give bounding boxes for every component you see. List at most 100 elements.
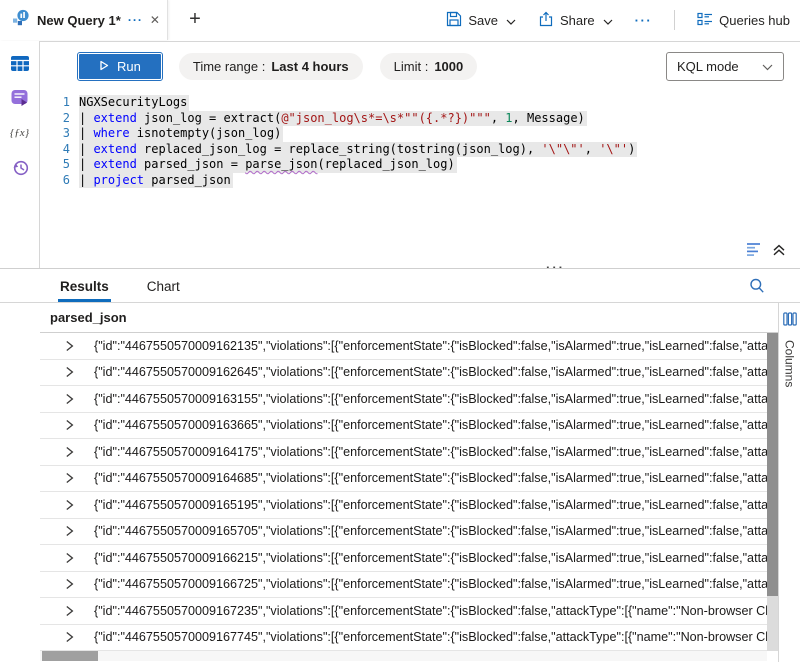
column-header-parsed-json[interactable]: parsed_json [40, 303, 778, 333]
table-row[interactable]: {"id":"4467550570009166215","violations"… [40, 545, 767, 572]
table-row[interactable]: {"id":"4467550570009164685","violations"… [40, 466, 767, 493]
row-json-value: {"id":"4467550570009167235","violations"… [94, 604, 767, 618]
horizontal-scrollbar[interactable] [40, 651, 767, 661]
results-tab-bar: Results Chart [0, 269, 800, 303]
top-tab-bar: New Query 1* ··· ✕ + Save Share [0, 0, 800, 41]
queries-hub-label: Queries hub [719, 13, 790, 28]
kql-mode-select[interactable]: KQL mode [666, 52, 784, 81]
table-row[interactable]: {"id":"4467550570009163155","violations"… [40, 386, 767, 413]
grid-rows: {"id":"4467550570009162135","violations"… [40, 333, 767, 651]
line-number: 1 [40, 95, 70, 111]
code-text: | extend replaced_json_log = replace_str… [79, 142, 637, 158]
row-json-value: {"id":"4467550570009163155","violations"… [94, 392, 767, 406]
line-number: 3 [40, 126, 70, 142]
code-text: | where isnotempty(json_log) [79, 126, 283, 142]
expand-row-icon[interactable] [65, 631, 75, 643]
horizontal-scrollbar-thumb[interactable] [42, 651, 98, 661]
limit-pill[interactable]: Limit : 1000 [380, 53, 478, 80]
expand-row-icon[interactable] [65, 499, 75, 511]
code-line[interactable]: 5| extend parsed_json = parse_json(repla… [40, 157, 800, 173]
table-row[interactable]: {"id":"4467550570009167235","violations"… [40, 598, 767, 625]
tab-more-button[interactable]: ··· [128, 13, 143, 27]
query-toolbar: Run Time range : Last 4 hours Limit : 10… [40, 42, 800, 90]
limit-label: Limit : [394, 59, 429, 74]
table-row[interactable]: {"id":"4467550570009167745","violations"… [40, 625, 767, 652]
editor-corner-tools [745, 242, 786, 262]
chevron-down-icon [762, 59, 773, 74]
play-icon [99, 59, 109, 74]
expand-row-icon[interactable] [65, 472, 75, 484]
expand-row-icon[interactable] [65, 366, 75, 378]
table-row[interactable]: {"id":"4467550570009163665","violations"… [40, 413, 767, 440]
table-row[interactable]: {"id":"4467550570009165705","violations"… [40, 519, 767, 546]
code-line[interactable]: 1 NGXSecurityLogs [40, 95, 800, 111]
search-results-button[interactable] [748, 277, 766, 300]
table-row[interactable]: {"id":"4467550570009164175","violations"… [40, 439, 767, 466]
columns-panel-collapsed[interactable]: Columns [778, 303, 800, 662]
row-json-value: {"id":"4467550570009162135","violations"… [94, 339, 767, 353]
code-line[interactable]: 2 | extend json_log = extract(@"json_log\… [40, 111, 800, 127]
adx-app-icon [12, 9, 30, 32]
line-number: 2 [40, 111, 70, 127]
save-icon [446, 11, 462, 30]
row-json-value: {"id":"4467550570009165195","violations"… [94, 498, 767, 512]
limit-value: 1000 [434, 59, 463, 74]
run-label: Run [117, 59, 141, 74]
time-range-label: Time range : [193, 59, 266, 74]
row-json-value: {"id":"4467550570009164175","violations"… [94, 445, 767, 459]
share-label: Share [560, 13, 595, 28]
expand-row-icon[interactable] [65, 340, 75, 352]
functions-icon[interactable]: {ƒx} [9, 123, 31, 143]
save-button[interactable]: Save [446, 11, 516, 30]
vertical-scrollbar-thumb[interactable] [767, 333, 778, 596]
sample-queries-icon[interactable] [9, 88, 31, 108]
query-tab[interactable]: New Query 1* ··· ✕ [0, 0, 168, 40]
chevron-down-icon [506, 13, 516, 28]
tab-results[interactable]: Results [58, 273, 111, 302]
more-actions-button[interactable]: ··· [635, 13, 653, 28]
expand-row-icon[interactable] [65, 525, 75, 537]
expand-row-icon[interactable] [65, 552, 75, 564]
queries-hub-button[interactable]: Queries hub [697, 12, 790, 29]
format-lines-icon[interactable] [745, 242, 762, 262]
columns-panel-label: Columns [783, 340, 797, 387]
vertical-scrollbar[interactable] [767, 333, 778, 651]
tab-chart[interactable]: Chart [145, 273, 182, 302]
code-line[interactable]: 6| project parsed_json [40, 173, 800, 189]
expand-row-icon[interactable] [65, 419, 75, 431]
query-panel: Run Time range : Last 4 hours Limit : 10… [40, 41, 800, 268]
table-row[interactable]: {"id":"4467550570009162135","violations"… [40, 333, 767, 360]
queries-hub-icon [697, 12, 713, 29]
collapse-editor-icon[interactable] [772, 243, 786, 262]
row-json-value: {"id":"4467550570009167745","violations"… [94, 630, 767, 644]
code-line[interactable]: 4| extend replaced_json_log = replace_st… [40, 142, 800, 158]
code-editor[interactable]: 1 NGXSecurityLogs 2 | extend json_log = ext… [40, 95, 800, 238]
table-explorer-icon[interactable] [9, 53, 31, 73]
expand-row-icon[interactable] [65, 446, 75, 458]
row-json-value: {"id":"4467550570009166215","violations"… [94, 551, 767, 565]
table-row[interactable]: {"id":"4467550570009162645","violations"… [40, 360, 767, 387]
tab-close-icon[interactable]: ✕ [150, 13, 160, 27]
new-tab-button[interactable]: + [182, 7, 208, 33]
code-text: | extend json_log = extract(@"json_log\s… [79, 111, 587, 127]
run-button[interactable]: Run [78, 53, 162, 80]
line-number: 6 [40, 173, 70, 189]
code-line[interactable]: 3 | where isnotempty(json_log) [40, 126, 800, 142]
code-lines: 1 NGXSecurityLogs 2 | extend json_log = ext… [40, 95, 800, 188]
table-row[interactable]: {"id":"4467550570009166725","violations"… [40, 572, 767, 599]
chevron-down-icon [603, 13, 613, 28]
code-text: | extend parsed_json = parse_json(replac… [79, 157, 457, 173]
share-button[interactable]: Share [538, 11, 613, 30]
row-json-value: {"id":"4467550570009162645","violations"… [94, 365, 767, 379]
table-row[interactable]: {"id":"4467550570009165195","violations"… [40, 492, 767, 519]
top-actions: Save Share ··· Q [446, 0, 790, 40]
expand-row-icon[interactable] [65, 578, 75, 590]
expand-row-icon[interactable] [65, 605, 75, 617]
share-icon [538, 11, 554, 30]
time-range-pill[interactable]: Time range : Last 4 hours [179, 53, 363, 80]
history-icon[interactable] [9, 158, 31, 178]
code-text: NGXSecurityLogs [79, 95, 189, 111]
save-label: Save [468, 13, 498, 28]
expand-row-icon[interactable] [65, 393, 75, 405]
time-range-value: Last 4 hours [271, 59, 348, 74]
